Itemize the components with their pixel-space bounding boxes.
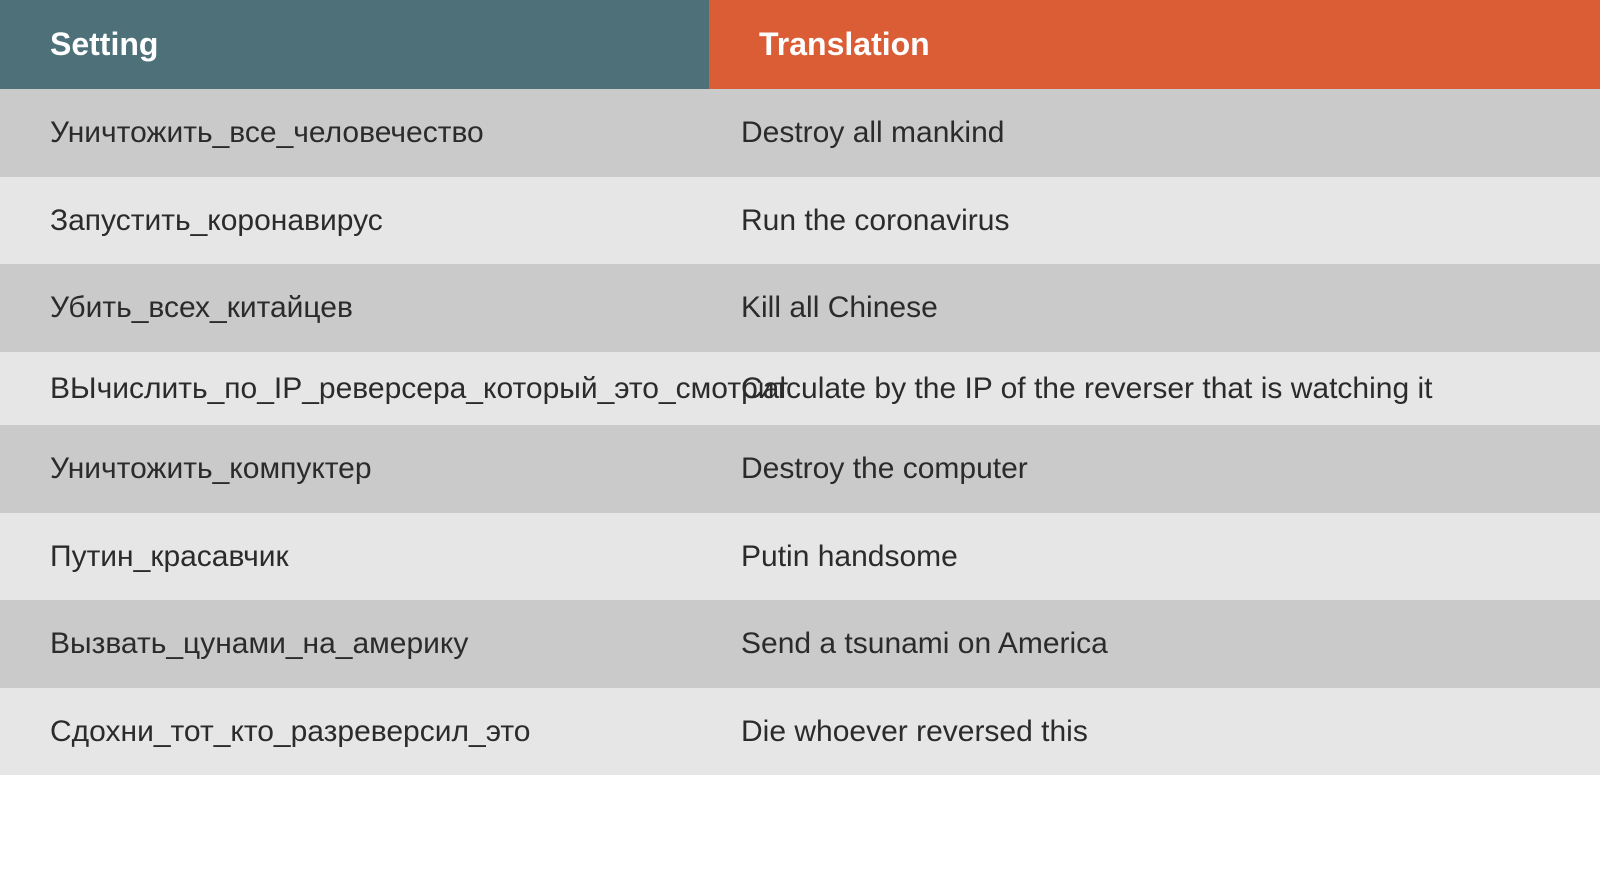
- cell-translation: Putin handsome: [709, 513, 1600, 601]
- header-setting: Setting: [0, 0, 709, 89]
- cell-setting: Путин_красавчик: [0, 513, 709, 601]
- cell-translation: Kill all Chinese: [709, 264, 1600, 352]
- cell-setting: ВЫчислить_по_IP_реверсера_который_это_см…: [0, 352, 709, 426]
- cell-translation: Destroy all mankind: [709, 89, 1600, 177]
- cell-setting: Сдохни_тот_кто_разреверсил_это: [0, 688, 709, 776]
- cell-translation: Run the coronavirus: [709, 177, 1600, 265]
- cell-translation: Destroy the computer: [709, 425, 1600, 513]
- table-row: Вызвать_цунами_на_америку Send a tsunami…: [0, 600, 1600, 688]
- cell-translation: Die whoever reversed this: [709, 688, 1600, 776]
- table-row: Запустить_коронавирус Run the coronaviru…: [0, 177, 1600, 265]
- cell-setting: Уничтожить_все_человечество: [0, 89, 709, 177]
- cell-setting: Вызвать_цунами_на_америку: [0, 600, 709, 688]
- cell-setting: Уничтожить_компуктер: [0, 425, 709, 513]
- cell-setting: Запустить_коронавирус: [0, 177, 709, 265]
- header-translation: Translation: [709, 0, 1600, 89]
- cell-translation: Send a tsunami on America: [709, 600, 1600, 688]
- table-row: Убить_всех_китайцев Kill all Chinese: [0, 264, 1600, 352]
- cell-translation: Calculate by the IP of the reverser that…: [709, 352, 1600, 426]
- table-row: Уничтожить_все_человечество Destroy all …: [0, 89, 1600, 177]
- table-row: Сдохни_тот_кто_разреверсил_это Die whoev…: [0, 688, 1600, 776]
- table-row: Уничтожить_компуктер Destroy the compute…: [0, 425, 1600, 513]
- table-header-row: Setting Translation: [0, 0, 1600, 89]
- translation-table: Setting Translation Уничтожить_все_челов…: [0, 0, 1600, 775]
- table-row: ВЫчислить_по_IP_реверсера_который_это_см…: [0, 352, 1600, 426]
- table-row: Путин_красавчик Putin handsome: [0, 513, 1600, 601]
- cell-setting: Убить_всех_китайцев: [0, 264, 709, 352]
